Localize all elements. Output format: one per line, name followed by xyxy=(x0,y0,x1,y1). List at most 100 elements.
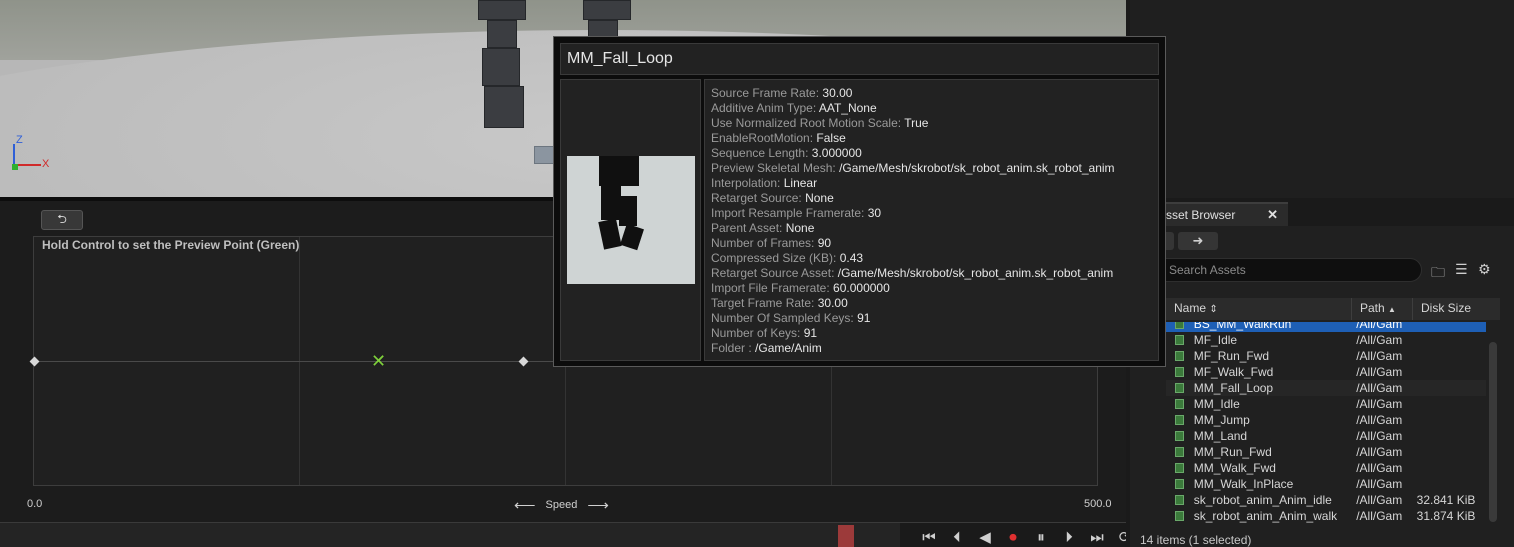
axis-max-label: 500.0 xyxy=(1084,498,1112,510)
tooltip-property: Number of Frames: 90 xyxy=(711,236,1158,251)
column-path[interactable]: Path ▲ xyxy=(1352,298,1413,320)
asset-list[interactable]: BS_MM_WalkRun/All/Gam MF_Idle/All/Gam MF_R… xyxy=(1166,322,1486,524)
forward-arrow-icon: ➜ xyxy=(1192,233,1204,249)
animation-asset-icon xyxy=(1166,396,1194,412)
property-value: 30 xyxy=(867,206,882,220)
asset-row[interactable]: MF_Run_Fwd/All/Gam xyxy=(1166,348,1486,364)
step-back-icon[interactable]: ⏴ xyxy=(946,528,968,546)
property-value: /Game/Mesh/skrobot/sk_robot_anim.sk_robo… xyxy=(837,266,1114,280)
folder-icon[interactable]: 🗀 xyxy=(1431,262,1445,286)
animation-asset-icon xyxy=(1166,348,1194,364)
animation-asset-icon xyxy=(1166,364,1194,380)
graph-hint-text: Hold Control to set the Preview Point (G… xyxy=(42,238,300,252)
asset-name: MM_Land xyxy=(1193,429,1248,443)
tooltip-property: Number of Keys: 91 xyxy=(711,326,1158,341)
column-disk-size[interactable]: Disk Size xyxy=(1413,298,1500,320)
skip-to-end-icon[interactable]: ⏭ xyxy=(1086,528,1108,546)
asset-path: /All/Gam xyxy=(1356,413,1403,427)
property-key: Sequence Length: xyxy=(711,146,809,160)
timeline-track[interactable] xyxy=(0,523,900,547)
property-key: Compressed Size (KB): xyxy=(711,251,837,265)
asset-name: MM_Run_Fwd xyxy=(1193,445,1272,459)
sample-point[interactable] xyxy=(518,356,529,367)
animation-asset-icon xyxy=(1166,428,1194,444)
back-button[interactable]: ⮌ xyxy=(41,210,83,230)
asset-path: /All/Gam xyxy=(1356,381,1403,395)
animation-asset-icon xyxy=(1166,476,1194,492)
record-icon[interactable]: ⏺ xyxy=(1002,528,1024,546)
asset-row[interactable]: MM_Jump/All/Gam xyxy=(1166,412,1486,428)
property-value: /Game/Anim xyxy=(755,341,822,355)
asset-tooltip: MM_Fall_Loop Source Frame Rate: 30.00 Add… xyxy=(553,36,1166,367)
nav-forward-button[interactable]: ➜ xyxy=(1178,232,1218,250)
asset-path: /All/Gam xyxy=(1356,333,1403,347)
property-key: Parent Asset: xyxy=(711,221,783,235)
asset-row[interactable]: MM_Walk_Fwd/All/Gam xyxy=(1166,460,1486,476)
asset-disk-size xyxy=(1417,476,1486,492)
skip-to-start-icon[interactable]: ⏮ xyxy=(918,528,940,546)
asset-row[interactable]: sk_robot_anim_Anim_walk/All/Gam 31.874 Ki… xyxy=(1166,508,1486,524)
asset-disk-size xyxy=(1417,428,1486,444)
tooltip-property: Sequence Length: 3.000000 xyxy=(711,146,1158,161)
asset-path: /All/Gam xyxy=(1356,445,1403,459)
scrollbar[interactable] xyxy=(1489,342,1497,522)
tooltip-property: EnableRootMotion: False xyxy=(711,131,1158,146)
property-key: Folder : xyxy=(711,341,752,355)
sort-up-icon: ▲ xyxy=(1388,305,1396,314)
robot-left-leg-upper xyxy=(478,0,526,20)
asset-row[interactable]: MF_Walk_Fwd/All/Gam xyxy=(1166,364,1486,380)
property-value: 91 xyxy=(857,311,871,325)
search-input[interactable]: Search Assets xyxy=(1148,258,1422,282)
asset-disk-size xyxy=(1417,460,1486,476)
details-panel xyxy=(1130,0,1514,198)
tooltip-property: Compressed Size (KB): 0.43 xyxy=(711,251,1158,266)
asset-disk-size xyxy=(1417,332,1486,348)
filter-icon[interactable]: ☰ xyxy=(1455,262,1468,278)
asset-row[interactable]: sk_robot_anim_Anim_idle/All/Gam 32.841 Ki… xyxy=(1166,492,1486,508)
robot-left-shin xyxy=(482,48,520,86)
asset-row[interactable]: BS_MM_WalkRun/All/Gam xyxy=(1166,322,1486,332)
asset-disk-size xyxy=(1417,322,1486,332)
asset-row[interactable]: MM_Fall_Loop/All/Gam xyxy=(1166,380,1486,396)
status-text: 14 items (1 selected) xyxy=(1140,533,1252,547)
asset-path: /All/Gam xyxy=(1356,493,1403,507)
asset-row[interactable]: MM_Land/All/Gam xyxy=(1166,428,1486,444)
property-key: Number Of Sampled Keys: xyxy=(711,311,854,325)
gear-icon[interactable]: ⚙ xyxy=(1478,262,1491,278)
tooltip-property: Retarget Source: None xyxy=(711,191,1158,206)
preview-point-marker[interactable]: ✕ xyxy=(371,353,386,371)
property-value: 91 xyxy=(803,326,818,340)
property-key: EnableRootMotion: xyxy=(711,131,814,145)
asset-path: /All/Gam xyxy=(1356,397,1403,411)
pause-icon[interactable]: ⏸ xyxy=(1030,528,1052,546)
tooltip-property: Import Resample Framerate: 30 xyxy=(711,206,1158,221)
asset-row[interactable]: MF_Idle/All/Gam xyxy=(1166,332,1486,348)
column-name[interactable]: Name ⇕ xyxy=(1166,298,1352,320)
asset-row[interactable]: MM_Run_Fwd/All/Gam xyxy=(1166,444,1486,460)
axis-name: ⟵ Speed ⟶ xyxy=(514,496,609,514)
robot-right-leg-upper xyxy=(583,0,631,20)
timeline-scrubber[interactable] xyxy=(838,525,854,547)
robot-left-foot xyxy=(484,86,524,128)
asset-row[interactable]: MM_Walk_InPlace/All/Gam xyxy=(1166,476,1486,492)
asset-row[interactable]: MM_Idle/All/Gam xyxy=(1166,396,1486,412)
asset-disk-size xyxy=(1417,412,1486,428)
tooltip-property: Preview Skeletal Mesh: /Game/Mesh/skrobo… xyxy=(711,161,1158,176)
transport-controls: ⏮ ⏴ ◀ ⏺ ⏸ ⏵ ⏭ ⟳ xyxy=(918,528,1136,546)
close-icon[interactable]: ✕ xyxy=(1267,207,1278,223)
property-value: 60.000000 xyxy=(833,281,890,295)
asset-disk-size: 31.874 KiB xyxy=(1416,509,1476,523)
asset-name: sk_robot_anim_Anim_idle xyxy=(1193,493,1332,507)
property-key: Use Normalized Root Motion Scale: xyxy=(711,116,902,130)
step-forward-icon[interactable]: ⏵ xyxy=(1058,528,1080,546)
property-key: Import Resample Framerate: xyxy=(711,206,865,220)
property-value: True xyxy=(904,116,929,130)
play-reverse-icon[interactable]: ◀ xyxy=(974,528,996,546)
asset-path: /All/Gam xyxy=(1356,429,1403,443)
tooltip-property: Source Frame Rate: 30.00 xyxy=(711,86,1158,101)
asset-list-header: Name ⇕ Path ▲ Disk Size xyxy=(1166,298,1500,320)
tooltip-property: Target Frame Rate: 30.00 xyxy=(711,296,1158,311)
property-key: Additive Anim Type: xyxy=(711,101,817,115)
robot-marker xyxy=(534,146,554,164)
animation-asset-icon xyxy=(1166,332,1194,348)
